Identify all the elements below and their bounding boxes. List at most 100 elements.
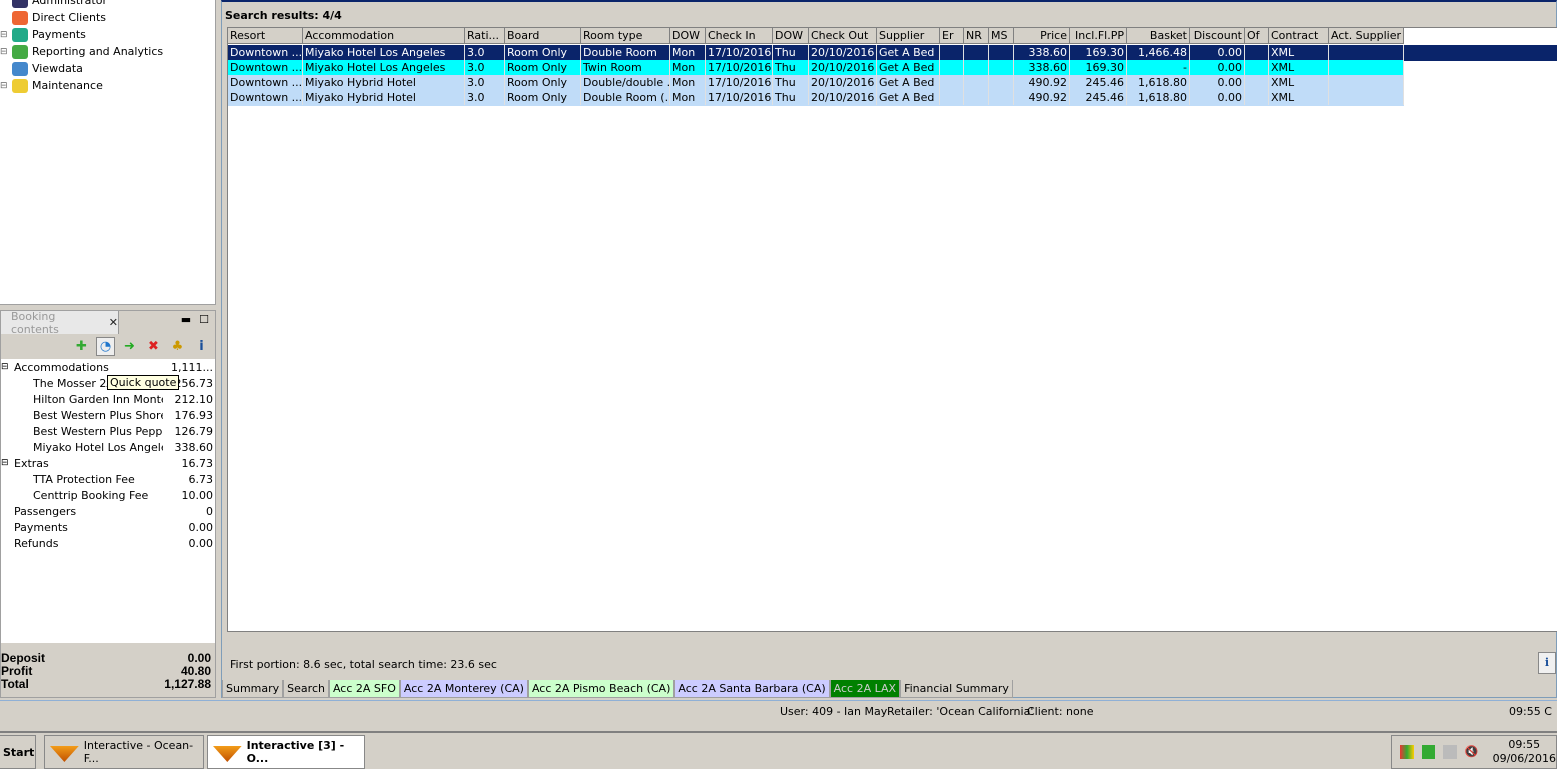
expand-icon[interactable]: ⊟ bbox=[0, 81, 10, 91]
tree-item[interactable]: Miyako Hotel Los Angeles 2 338.60 bbox=[1, 439, 213, 455]
table-cell bbox=[989, 90, 1014, 105]
tree-item[interactable]: Passengers 0 bbox=[1, 503, 213, 519]
column-header[interactable]: Room type bbox=[581, 28, 670, 44]
booking-tree: ⊟ Accommodations 1,111... The Mosser 2A 256.… bbox=[1, 359, 215, 643]
tree-item-label: Miyako Hotel Los Angeles 2 bbox=[33, 440, 163, 454]
column-header[interactable]: Of bbox=[1245, 28, 1269, 44]
table-cell bbox=[1245, 60, 1269, 75]
column-header[interactable]: DOW bbox=[670, 28, 706, 44]
taskbar-item-label: Interactive [3] - O... bbox=[246, 739, 345, 765]
taskbar-item-active[interactable]: Interactive [3] - O... bbox=[207, 735, 365, 769]
column-header[interactable]: Check Out bbox=[809, 28, 877, 44]
table-row[interactable]: Downtown ... Miyako Hybrid Hotel 3.0 Room O… bbox=[228, 75, 1404, 91]
tree-item[interactable]: Best Western Plus Shore Cli 176.93 bbox=[1, 407, 213, 423]
table-cell bbox=[964, 75, 989, 90]
tab-summary[interactable]: Summary bbox=[222, 680, 284, 698]
start-button[interactable]: Start bbox=[0, 735, 36, 769]
table-cell: Double Room (... bbox=[583, 90, 670, 105]
nav-item-label: Reporting and Analytics bbox=[32, 45, 164, 58]
tree-item[interactable]: Payments 0.00 bbox=[1, 519, 213, 535]
tree-item[interactable]: Best Western Plus Pepper T 126.79 bbox=[1, 423, 213, 439]
search-results-title: Search results: 4/4 bbox=[225, 9, 342, 22]
tree-item[interactable]: Centtrip Booking Fee 10.00 bbox=[1, 487, 213, 503]
column-header[interactable]: MS bbox=[989, 28, 1014, 44]
column-header[interactable]: Check In bbox=[706, 28, 773, 44]
tree-item-value: 338.60 bbox=[174, 440, 214, 454]
nav-item[interactable]: ⊟ Payments bbox=[0, 26, 86, 43]
tab-acc-2a-santa-barbara-ca-[interactable]: Acc 2A Santa Barbara (CA) bbox=[674, 680, 830, 698]
transfer-icon[interactable]: ➜ bbox=[120, 337, 139, 356]
table-cell: Double/double ... bbox=[583, 75, 670, 90]
column-header[interactable]: Supplier bbox=[877, 28, 940, 44]
taskbar-item[interactable]: Interactive - Ocean-F... bbox=[44, 735, 204, 769]
nav-item[interactable]: Administrator bbox=[0, 0, 107, 9]
nav-item[interactable]: ⊟ Maintenance bbox=[0, 77, 103, 94]
nav-item-label: Administrator bbox=[32, 0, 107, 7]
column-header[interactable]: Discount bbox=[1190, 28, 1245, 44]
table-cell bbox=[989, 60, 1014, 75]
column-header[interactable]: Accommodation bbox=[303, 28, 465, 44]
network-icon[interactable] bbox=[1443, 745, 1457, 759]
tree-item[interactable]: ⊟ Accommodations 1,111... bbox=[1, 359, 213, 375]
table-row[interactable]: Downtown ... Miyako Hotel Los Angeles 3.0 R… bbox=[228, 45, 1557, 61]
table-cell bbox=[1329, 75, 1404, 90]
maximize-icon[interactable]: ☐ bbox=[199, 313, 209, 326]
tree-item-value: 0.00 bbox=[188, 520, 214, 534]
expand-icon[interactable]: ⊟ bbox=[1, 362, 14, 372]
tab-acc-2a-monterey-ca-[interactable]: Acc 2A Monterey (CA) bbox=[399, 680, 528, 698]
column-header[interactable]: NR bbox=[964, 28, 989, 44]
tab-acc-2a-pismo-beach-ca-[interactable]: Acc 2A Pismo Beach (CA) bbox=[527, 680, 675, 698]
column-header[interactable]: Incl.Fl.PP bbox=[1070, 28, 1127, 44]
expand-icon[interactable]: ⊟ bbox=[1, 458, 14, 468]
column-header[interactable]: Basket bbox=[1127, 28, 1190, 44]
tree-item-label: Refunds bbox=[14, 536, 59, 550]
minimize-icon[interactable]: ▬ bbox=[181, 313, 191, 326]
clock[interactable]: 09:55 09/06/2016 bbox=[1493, 738, 1556, 766]
tree-item[interactable]: ⊟ Extras 16.73 bbox=[1, 455, 213, 471]
nav-item-label: Payments bbox=[32, 28, 86, 41]
column-header[interactable]: Rati... bbox=[465, 28, 505, 44]
info-icon[interactable]: i bbox=[192, 337, 211, 356]
nav-item[interactable]: Viewdata bbox=[0, 60, 83, 77]
tab-financial-summary[interactable]: Financial Summary bbox=[900, 680, 1013, 698]
column-header[interactable]: Er bbox=[940, 28, 964, 44]
tab-search[interactable]: Search bbox=[283, 680, 329, 698]
table-cell: Room Only bbox=[505, 90, 581, 105]
column-header[interactable]: Board bbox=[505, 28, 581, 44]
delete-icon[interactable]: ✖ bbox=[144, 337, 163, 356]
column-header[interactable]: Resort bbox=[228, 28, 303, 44]
tree-item-value: 176.93 bbox=[174, 408, 214, 422]
expand-icon[interactable]: ⊟ bbox=[0, 47, 10, 57]
tree-item[interactable]: Refunds 0.00 bbox=[1, 535, 213, 551]
tab-acc-2a-sfo[interactable]: Acc 2A SFO bbox=[328, 680, 400, 698]
volume-muted-icon[interactable]: 🔇 bbox=[1465, 745, 1479, 759]
tab-acc-2a-lax[interactable]: Acc 2A LAX bbox=[829, 680, 901, 698]
table-row[interactable]: Downtown ... Miyako Hotel Los Angeles 3.0 R… bbox=[228, 60, 1404, 76]
antivirus-icon[interactable] bbox=[1400, 745, 1414, 759]
column-header[interactable]: Act. Supplier bbox=[1329, 28, 1404, 44]
close-icon[interactable]: ✕ bbox=[109, 316, 118, 329]
nav-item[interactable]: Direct Clients bbox=[0, 9, 106, 26]
island-icon[interactable]: ♣ bbox=[168, 337, 187, 356]
tree-item[interactable]: Hilton Garden Inn Monterey 212.10 bbox=[1, 391, 213, 407]
tree-item-label: Payments bbox=[14, 520, 68, 534]
info-button[interactable]: i bbox=[1538, 652, 1556, 674]
table-cell bbox=[989, 75, 1014, 90]
add-icon[interactable]: ✚ bbox=[72, 337, 91, 356]
quick-quote-icon[interactable]: ◔ bbox=[96, 337, 115, 356]
tree-item-label: TTA Protection Fee bbox=[33, 472, 135, 486]
table-cell bbox=[940, 75, 964, 90]
booking-contents-tab[interactable]: Booking contents ✕ bbox=[1, 310, 119, 336]
expand-icon[interactable]: ⊟ bbox=[0, 30, 10, 40]
reporting-icon bbox=[12, 44, 28, 59]
column-header[interactable]: Contract bbox=[1269, 28, 1329, 44]
table-cell: Double Room bbox=[581, 45, 670, 60]
tree-item[interactable]: TTA Protection Fee 6.73 bbox=[1, 471, 213, 487]
table-cell: 338.60 bbox=[1014, 60, 1070, 75]
table-row[interactable]: Downtown ... Miyako Hybrid Hotel 3.0 Room O… bbox=[228, 90, 1404, 106]
column-header[interactable]: DOW bbox=[773, 28, 809, 44]
table-cell: Thu bbox=[773, 90, 809, 105]
nav-item[interactable]: ⊟ Reporting and Analytics bbox=[0, 43, 163, 60]
network-card-icon[interactable] bbox=[1421, 745, 1436, 759]
column-header[interactable]: Price bbox=[1014, 28, 1070, 44]
